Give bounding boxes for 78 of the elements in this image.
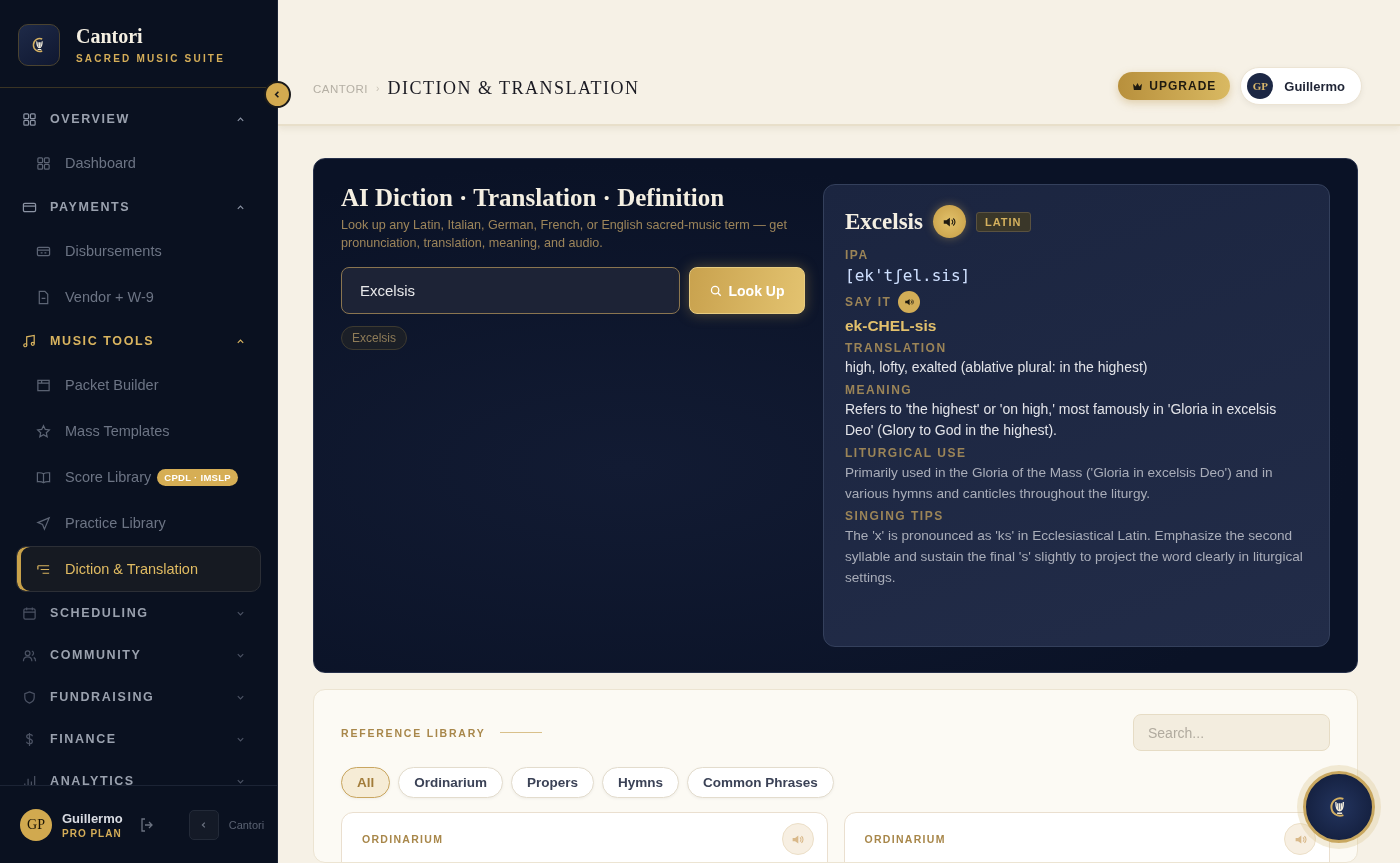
nav-item[interactable]: Disbursements bbox=[16, 228, 261, 274]
send-icon bbox=[36, 515, 51, 531]
lookup-description: Look up any Latin, Italian, German, French, or English sacred-music term — get pronunciation, translation, meaning, and audio. bbox=[341, 217, 788, 252]
field-label: LITURGICAL USE bbox=[845, 446, 967, 460]
app-label: Cantori bbox=[228, 818, 265, 831]
language-tag: LATIN bbox=[975, 211, 1031, 232]
nav-group-header[interactable]: FUNDRAISING bbox=[16, 676, 261, 718]
filter-chip[interactable]: Common Phrases bbox=[687, 767, 834, 798]
nav-group-header[interactable]: MUSIC TOOLS bbox=[16, 320, 261, 362]
speaker-icon bbox=[904, 297, 915, 307]
field-text: Primarily used in the Gloria of the Mass ('Gloria in excelsis Deo') and in various hymns and canticles throughout the liturgy. bbox=[845, 464, 1274, 503]
nav-item[interactable]: Vendor + W-9 bbox=[16, 274, 261, 320]
play-audio-button[interactable] bbox=[932, 205, 966, 238]
recent-search-chip[interactable]: Excelsis bbox=[341, 326, 407, 350]
grid-icon bbox=[36, 155, 51, 171]
nav-group-header[interactable]: OVERVIEW bbox=[16, 98, 261, 140]
play-audio-button[interactable] bbox=[898, 291, 921, 313]
sidebar-toggle-button[interactable] bbox=[264, 81, 291, 108]
chevron-up-icon bbox=[236, 114, 245, 124]
nav-group-header[interactable]: FINANCE bbox=[16, 718, 261, 760]
field-text: The 'x' is pronounced as 'ks' in Ecclesiastical Latin. Emphasize the second syllable and sustain the final 's' slightly to project the word clearly in liturgical settings. bbox=[845, 527, 1304, 587]
bar-chart-icon bbox=[22, 773, 37, 785]
nav-group-header[interactable]: COMMUNITY bbox=[16, 634, 261, 676]
box-icon bbox=[36, 377, 51, 393]
document-icon bbox=[36, 289, 51, 305]
shield-icon bbox=[22, 689, 37, 705]
field-label: SINGING TIPS bbox=[845, 509, 944, 523]
chevron-left-icon bbox=[273, 90, 282, 99]
crown-icon bbox=[1132, 81, 1144, 91]
play-audio-button[interactable] bbox=[1284, 823, 1316, 855]
chevron-up-icon bbox=[236, 336, 245, 346]
search-field[interactable]: Excelsis bbox=[341, 267, 680, 314]
brand-tagline: SACRED MUSIC SUITE bbox=[76, 53, 226, 64]
lookup-title: AI Diction · Translation · Definition bbox=[341, 184, 726, 212]
plan-label: PRO PLAN bbox=[62, 827, 123, 839]
ipa-transcription: [ek'tʃel.sis] bbox=[845, 265, 972, 286]
breadcrumb-separator: › bbox=[376, 83, 380, 94]
nav-item[interactable]: Score Library CPDL · IMSLP bbox=[16, 454, 261, 500]
nav-item[interactable]: Packet Builder bbox=[16, 362, 261, 408]
nav-item[interactable]: Dashboard bbox=[16, 140, 261, 186]
user-name: Guillermo bbox=[62, 810, 123, 826]
user-menu-button[interactable]: GP Guillermo bbox=[1240, 67, 1362, 105]
users-icon bbox=[22, 647, 37, 663]
brand-name: Cantori bbox=[76, 25, 144, 48]
source-badge: CPDL · IMSLP bbox=[157, 468, 238, 486]
calendar-icon bbox=[22, 605, 37, 621]
nav-group-header[interactable]: PAYMENTS bbox=[16, 186, 261, 228]
nav-item[interactable]: Mass Templates bbox=[16, 408, 261, 454]
chevron-left-icon bbox=[199, 820, 208, 829]
nav-item[interactable]: Diction & Translation bbox=[16, 546, 261, 592]
field-label: IPA bbox=[845, 248, 869, 262]
page-title: DICTION & TRANSLATION bbox=[387, 78, 640, 99]
field-label: SAY IT bbox=[845, 295, 892, 309]
grid-icon bbox=[22, 111, 37, 127]
field-label: TRANSLATION bbox=[845, 341, 947, 355]
category-label: ORDINARIUM bbox=[864, 833, 946, 845]
user-avatar[interactable]: GP bbox=[20, 808, 52, 841]
nav-group-header[interactable]: ANALYTICS bbox=[16, 760, 261, 785]
phonetic-spelling: ek-CHEL-sis bbox=[845, 316, 938, 336]
chevron-up-icon bbox=[236, 202, 245, 212]
category-label: ORDINARIUM bbox=[362, 833, 444, 845]
nav-item[interactable]: Practice Library bbox=[16, 500, 261, 546]
book-icon bbox=[36, 469, 51, 485]
field-text: high, lofty, exalted (ablative plural: in the highest) bbox=[845, 358, 1149, 377]
section-title: REFERENCE LIBRARY bbox=[341, 726, 486, 739]
music-note-icon bbox=[22, 333, 37, 349]
filter-chip[interactable]: Propers bbox=[511, 767, 595, 798]
filter-chip[interactable]: Hymns bbox=[602, 767, 680, 798]
result-word: Excelsis bbox=[845, 208, 923, 235]
search-field[interactable]: Search... bbox=[1133, 714, 1330, 751]
star-icon bbox=[36, 423, 51, 439]
filter-chip[interactable]: Ordinarium bbox=[398, 767, 504, 798]
nav-group-header[interactable]: SCHEDULING bbox=[16, 592, 261, 634]
field-text: Refers to 'the highest' or 'on high,' most famously in 'Gloria in excelsis Deo' (Glory to God in the highest). bbox=[845, 400, 1278, 440]
search-icon bbox=[709, 284, 722, 297]
upgrade-button[interactable]: UPGRADE bbox=[1118, 72, 1231, 100]
field-label: MEANING bbox=[845, 383, 913, 397]
logout-icon[interactable] bbox=[138, 816, 155, 833]
